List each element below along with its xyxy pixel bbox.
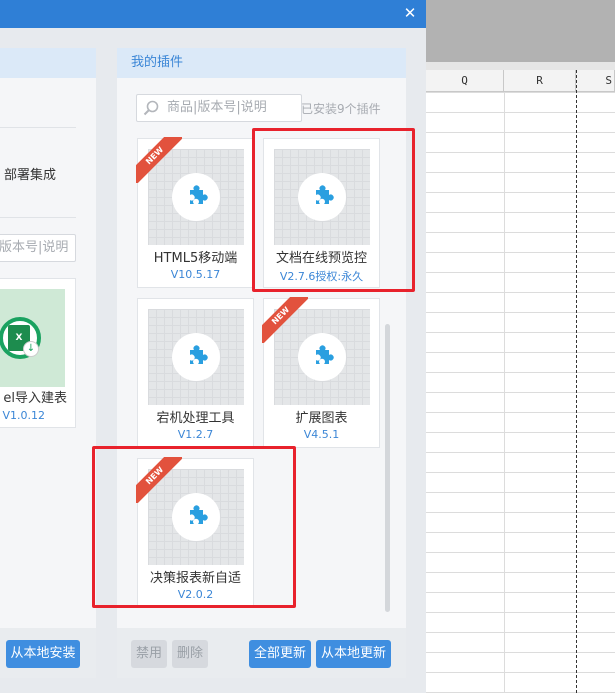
spreadsheet-area: Q R S <box>426 0 615 693</box>
install-from-local-button[interactable]: 从本地安装 <box>6 640 80 668</box>
highlight-box <box>92 446 296 608</box>
column-header-s[interactable]: S <box>576 70 615 92</box>
update-all-button[interactable]: 全部更新 <box>249 640 311 668</box>
plugin-store-panel: 部署集成 版本号|说明 X ↓ el导入建表 V1.0.12 <box>0 48 96 678</box>
installed-count: 已安装9个插件 <box>301 102 381 116</box>
my-plugins-title: 我的插件 <box>117 48 406 78</box>
plugin-name: HTML5移动端 <box>153 251 238 266</box>
plugin-version: V10.5.17 <box>170 268 221 281</box>
puzzle-icon <box>316 345 334 364</box>
plugin-version: V1.0.12 <box>2 409 45 422</box>
search-icon <box>143 100 159 116</box>
plugin-name: el导入建表 <box>3 391 67 406</box>
plugin-card[interactable]: 宕机处理工具 V1.2.7 <box>137 298 254 448</box>
plugin-card[interactable]: NEW HTML5移动端 V10.5.17 <box>136 137 254 288</box>
close-icon[interactable]: ✕ <box>402 5 418 21</box>
my-plugins-footer: 禁用 删除 全部更新 从本地更新 <box>117 628 406 678</box>
puzzle-icon <box>190 345 208 364</box>
plugin-version: V4.5.1 <box>303 428 340 441</box>
column-header-r[interactable]: R <box>504 70 576 92</box>
sheet-toolbar-area <box>426 0 615 62</box>
deploy-integration-label: 部署集成 <box>4 168 57 183</box>
plugin-thumbnail: X ↓ <box>0 289 65 387</box>
download-icon: ↓ <box>23 341 39 357</box>
disable-button[interactable]: 禁用 <box>131 640 167 668</box>
new-badge: NEW <box>262 297 308 343</box>
delete-button[interactable]: 删除 <box>172 640 208 668</box>
highlight-box <box>252 128 415 292</box>
dialog-titlebar: ✕ <box>0 0 426 28</box>
plugin-thumbnail <box>148 309 244 405</box>
plugin-name: 扩展图表 <box>295 411 348 426</box>
store-search-input[interactable]: 版本号|说明 <box>0 234 76 262</box>
plugin-card[interactable]: NEW 扩展图表 V4.5.1 <box>262 297 380 448</box>
plugin-version: V1.2.7 <box>177 428 214 441</box>
store-panel-header <box>0 48 96 78</box>
store-plugin-card[interactable]: X ↓ el导入建表 V1.0.12 <box>0 278 76 428</box>
puzzle-icon <box>190 185 208 204</box>
plugin-list-scrollbar[interactable] <box>385 324 390 612</box>
new-badge: NEW <box>136 137 182 183</box>
update-from-local-button[interactable]: 从本地更新 <box>316 640 391 668</box>
divider <box>0 127 76 128</box>
column-header-q[interactable]: Q <box>426 70 504 92</box>
grid-line <box>504 92 505 693</box>
plugin-name: 宕机处理工具 <box>156 411 235 426</box>
divider <box>0 217 76 218</box>
sheet-grid[interactable] <box>426 92 615 693</box>
plugin-manager-dialog: ✕ 部署集成 版本号|说明 X ↓ el导入建表 V1.0.12 从本地安装 我… <box>0 0 426 693</box>
sheet-ruler <box>426 62 615 70</box>
page-break-line <box>576 70 577 693</box>
plugin-search-input[interactable]: 商品|版本号|说明 <box>136 94 302 122</box>
store-panel-footer: 从本地安装 <box>0 628 96 678</box>
search-placeholder: 商品|版本号|说明 <box>167 100 267 115</box>
